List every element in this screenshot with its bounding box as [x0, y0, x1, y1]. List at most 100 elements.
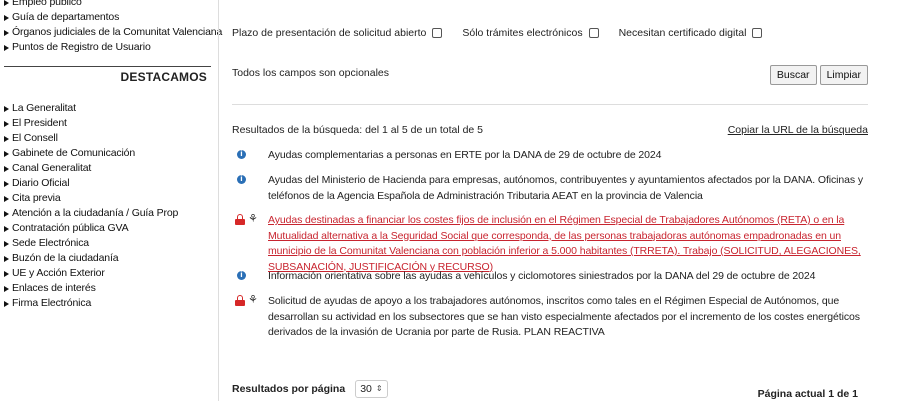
- sidebar-item-label: Sede Electrónica: [12, 237, 89, 249]
- sidebar-item-organos-judiciales[interactable]: Órganos judiciales de la Comunitat Valen…: [0, 25, 222, 40]
- sidebar-item-enlaces[interactable]: Enlaces de interés: [0, 281, 178, 296]
- sidebar-item-contratacion[interactable]: Contratación pública GVA: [0, 221, 178, 236]
- triangle-right-icon: [4, 14, 9, 21]
- sidebar: Empleo público Guía de departamentos Órg…: [0, 0, 222, 401]
- result-title[interactable]: Solicitud de ayudas de apoyo a los traba…: [268, 294, 872, 341]
- triangle-right-icon: [4, 255, 9, 262]
- sidebar-item-atencion[interactable]: Atención a la ciudadanía / Guía Prop: [0, 206, 178, 221]
- page-info: Página actual 1 de 1: [757, 388, 858, 400]
- filter-options: Plazo de presentación de solicitud abier…: [232, 27, 782, 39]
- sidebar-item-firma[interactable]: Firma Electrónica: [0, 296, 178, 311]
- result-item: i Ayudas del Ministerio de Hacienda para…: [232, 173, 872, 204]
- triangle-right-icon: [4, 270, 9, 277]
- search-results-panel: Plazo de presentación de solicitud abier…: [232, 0, 872, 401]
- sidebar-item-label: Empleo público: [12, 0, 82, 8]
- clear-button[interactable]: Limpiar: [819, 65, 868, 85]
- sidebar-item-label: Gabinete de Comunicación: [12, 147, 136, 159]
- sidebar-section-title: DESTACAMOS: [4, 66, 211, 88]
- horizontal-divider: [232, 104, 868, 105]
- digital-certificate-checkbox[interactable]: [752, 28, 763, 38]
- sidebar-item-gabinete[interactable]: Gabinete de Comunicación: [0, 146, 178, 161]
- sidebar-item-generalitat[interactable]: La Generalitat: [0, 101, 178, 116]
- filter-label: Plazo de presentación de solicitud abier…: [232, 27, 427, 39]
- filter-label: Sólo trámites electrónicos: [462, 27, 583, 39]
- sidebar-item-ue[interactable]: UE y Acción Exterior: [0, 266, 178, 281]
- result-title[interactable]: Ayudas del Ministerio de Hacienda para e…: [268, 173, 872, 204]
- sidebar-item-president[interactable]: El President: [0, 116, 178, 131]
- result-icons: i: [232, 269, 268, 285]
- triangle-right-icon: [4, 180, 9, 187]
- sidebar-item-label: La Generalitat: [12, 102, 76, 114]
- filter-label: Necesitan certificado digital: [618, 27, 747, 39]
- result-item: i Ayudas complementarias a personas en E…: [232, 148, 872, 164]
- optional-fields-note: Todos los campos son opcionales: [232, 67, 390, 79]
- sidebar-item-label: Buzón de la ciudadanía: [12, 252, 119, 264]
- sidebar-item-diario[interactable]: Diario Oficial: [0, 176, 178, 191]
- search-button[interactable]: Buscar: [769, 65, 817, 85]
- sidebar-item-label: Canal Generalitat: [12, 162, 92, 174]
- sidebar-item-puntos-registro[interactable]: Puntos de Registro de Usuario: [0, 40, 222, 55]
- result-link[interactable]: Ayudas destinadas a financiar los costes…: [268, 213, 872, 275]
- lock-icon: [235, 214, 245, 225]
- sidebar-top-list: Empleo público Guía de departamentos Órg…: [0, 0, 222, 55]
- sidebar-item-guia-departamentos[interactable]: Guía de departamentos: [0, 10, 222, 25]
- filter-electronic-only[interactable]: Sólo trámites electrónicos: [462, 27, 599, 39]
- electronic-only-checkbox[interactable]: [588, 28, 599, 38]
- triangle-right-icon: [4, 120, 9, 127]
- digital-certificate-icon: ⚘: [248, 293, 258, 306]
- search-actions: Buscar Limpiar: [769, 65, 868, 85]
- sidebar-item-label: El Consell: [12, 132, 58, 144]
- triangle-right-icon: [4, 135, 9, 142]
- result-item: i Información orientativa sobre las ayud…: [232, 269, 872, 285]
- sidebar-item-cita-previa[interactable]: Cita previa: [0, 191, 178, 206]
- result-icons: i: [232, 148, 268, 164]
- open-deadline-checkbox[interactable]: [432, 28, 443, 38]
- per-page-select[interactable]: 30 ⇕: [355, 380, 388, 398]
- sidebar-item-label: Contratación pública GVA: [12, 222, 129, 234]
- result-icons: ⚘: [232, 213, 268, 275]
- sidebar-item-empleo-publico[interactable]: Empleo público: [0, 0, 222, 10]
- triangle-right-icon: [4, 285, 9, 292]
- triangle-right-icon: [4, 240, 9, 247]
- result-icons: ⚘: [232, 294, 268, 341]
- per-page-value: 30: [360, 383, 372, 395]
- sidebar-item-label: Diario Oficial: [12, 177, 70, 189]
- filter-digital-certificate[interactable]: Necesitan certificado digital: [619, 27, 763, 39]
- triangle-right-icon: [4, 44, 9, 51]
- info-icon: i: [237, 150, 246, 159]
- triangle-right-icon: [4, 225, 9, 232]
- triangle-right-icon: [4, 0, 9, 6]
- result-item: ⚘ Ayudas destinadas a financiar los cost…: [232, 213, 872, 275]
- sidebar-item-label: Guía de departamentos: [12, 11, 120, 23]
- sidebar-featured-list: La Generalitat El President El Consell G…: [0, 101, 178, 311]
- copy-search-url-link[interactable]: Copiar la URL de la búsqueda: [728, 124, 868, 136]
- info-icon: i: [237, 271, 246, 280]
- sidebar-item-label: Puntos de Registro de Usuario: [12, 41, 151, 53]
- result-title[interactable]: Ayudas complementarias a personas en ERT…: [268, 148, 872, 164]
- sidebar-item-label: UE y Acción Exterior: [12, 267, 105, 279]
- up-down-arrows-icon: ⇕: [375, 384, 383, 393]
- sidebar-item-canal[interactable]: Canal Generalitat: [0, 161, 178, 176]
- info-icon: i: [237, 175, 246, 184]
- result-icons: i: [232, 173, 268, 204]
- result-item: ⚘ Solicitud de ayudas de apoyo a los tra…: [232, 294, 872, 341]
- sidebar-item-sede[interactable]: Sede Electrónica: [0, 236, 178, 251]
- triangle-right-icon: [4, 150, 9, 157]
- per-page-label: Resultados por página: [232, 383, 346, 395]
- digital-certificate-icon: ⚘: [248, 212, 258, 225]
- results-per-page: Resultados por página 30 ⇕: [232, 380, 388, 398]
- filter-open-deadline[interactable]: Plazo de presentación de solicitud abier…: [232, 27, 443, 39]
- triangle-right-icon: [4, 105, 9, 112]
- sidebar-item-buzon[interactable]: Buzón de la ciudadanía: [0, 251, 178, 266]
- sidebar-item-consell[interactable]: El Consell: [0, 131, 178, 146]
- triangle-right-icon: [4, 165, 9, 172]
- sidebar-item-label: Firma Electrónica: [12, 297, 92, 309]
- results-summary: Resultados de la búsqueda: del 1 al 5 de…: [232, 124, 484, 136]
- vertical-divider: [218, 0, 219, 401]
- triangle-right-icon: [4, 195, 9, 202]
- sidebar-item-label: Cita previa: [12, 192, 61, 204]
- sidebar-item-label: Órganos judiciales de la Comunitat Valen…: [12, 26, 223, 38]
- result-title[interactable]: Información orientativa sobre las ayudas…: [268, 269, 872, 285]
- triangle-right-icon: [4, 300, 9, 307]
- triangle-right-icon: [4, 210, 9, 217]
